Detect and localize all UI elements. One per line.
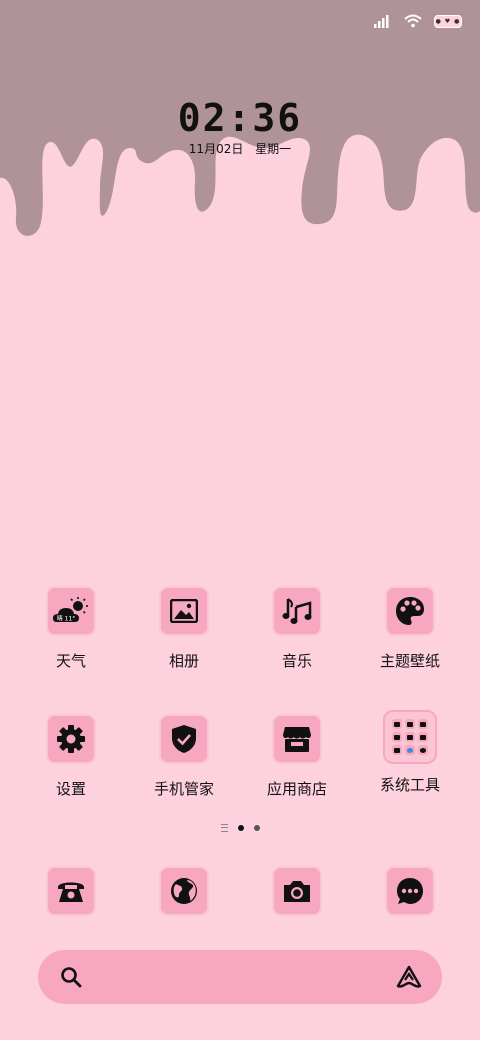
app-label: 手机管家 [153,780,214,798]
weather-icon: 晴 11° [46,586,96,636]
assistant-icon[interactable] [396,964,422,990]
phone-icon [46,866,96,916]
app-label: 相册 [168,652,199,670]
page-menu-icon[interactable] [220,824,228,832]
store-icon [272,714,322,764]
weather-temp: 晴 11° [57,615,76,623]
app-label: 主题壁纸 [379,652,440,670]
app-label: 系统工具 [379,776,440,794]
gallery-icon [159,586,209,636]
app-security[interactable]: 手机管家 [128,714,240,799]
app-label: 设置 [55,780,86,798]
dock-camera[interactable] [241,866,353,916]
dock-browser[interactable] [128,866,240,916]
page-dot[interactable] [253,825,260,831]
shield-icon [159,714,209,764]
dock-messages[interactable] [354,866,466,916]
signal-icon [374,15,389,28]
app-settings[interactable]: 设置 [15,714,127,799]
wifi-icon [404,14,422,28]
page-dot-active[interactable] [237,825,244,831]
app-music[interactable]: 音乐 [241,586,353,671]
app-weather[interactable]: 晴 11° 天气 [15,586,127,671]
app-label: 应用商店 [266,780,327,798]
app-label: 天气 [55,652,86,670]
camera-icon [272,866,322,916]
search-icon[interactable] [60,966,82,988]
page-indicator [0,824,480,832]
app-themes[interactable]: 主题壁纸 [354,586,466,671]
status-bar: ● ♥ ● [374,10,462,32]
search-bar[interactable] [38,950,442,1004]
date-text: 11月02日 [188,142,244,156]
folder-icon [383,710,437,764]
app-store[interactable]: 应用商店 [241,714,353,799]
battery-icon: ● ♥ ● [434,14,462,28]
weekday-text: 星期一 [255,142,292,156]
app-gallery[interactable]: 相册 [128,586,240,671]
gear-icon [46,714,96,764]
browser-icon [159,866,209,916]
app-label: 音乐 [281,652,312,670]
messages-icon [385,866,435,916]
app-system-tools-folder[interactable]: 系统工具 [354,710,466,795]
dock-phone[interactable] [15,866,127,916]
music-icon [272,586,322,636]
lock-clock: 02:36 [177,96,303,140]
lock-date: 11月02日 星期一 [0,140,480,157]
palette-icon [385,586,435,636]
